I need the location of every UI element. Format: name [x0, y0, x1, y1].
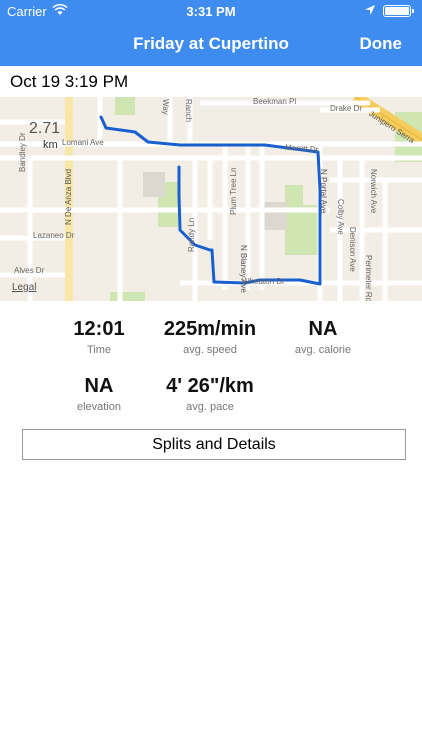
status-bar: Carrier 3:31 PM: [0, 0, 422, 22]
street-label: Lazaneo Dr: [33, 231, 75, 240]
street-label: Randy Ln: [187, 217, 196, 252]
stat-value: 225m/min: [163, 318, 257, 340]
street-label: Way: [161, 99, 170, 115]
building-block: [262, 202, 287, 230]
street-label: Bandley Dr: [18, 132, 27, 172]
street-label: Norwich Ave: [369, 169, 378, 214]
stat-label: elevation: [76, 401, 122, 413]
stat-value: NA: [308, 318, 338, 340]
stat-pace: 4' 26"/km avg. pace: [150, 375, 270, 413]
stat-label: Time: [86, 344, 112, 356]
street-label: Wheaton Dr: [242, 277, 285, 286]
distance-value: 2.71: [29, 120, 61, 137]
done-button[interactable]: Done: [360, 34, 403, 54]
distance-unit: km: [43, 139, 58, 151]
stat-elevation: NA elevation: [49, 375, 149, 413]
stat-label: avg. pace: [186, 401, 234, 413]
street-label: Colby Ave: [336, 199, 345, 235]
battery-icon: [383, 5, 414, 17]
location-arrow-icon: [364, 4, 376, 19]
park-area: [115, 97, 135, 115]
stat-time: 12:01 Time: [49, 318, 149, 356]
street-label: N Portal Ave: [319, 169, 328, 214]
stat-label: avg. calorie: [294, 344, 352, 356]
street-label: Ranch: [184, 99, 193, 123]
stat-label: avg. speed: [183, 344, 237, 356]
stat-value: 4' 26"/km: [166, 375, 254, 397]
splits-and-details-button[interactable]: Splits and Details: [22, 429, 406, 460]
stat-value: NA: [84, 375, 114, 397]
stat-calorie: NA avg. calorie: [273, 318, 373, 356]
street-label: Drake Dr: [330, 104, 363, 113]
nav-bar: Friday at Cupertino Done: [0, 22, 422, 66]
street-label: Lomani Ave: [62, 138, 104, 147]
stat-speed: 225m/min avg. speed: [150, 318, 270, 356]
street-label: Beekman Pl: [253, 97, 297, 106]
street-label: Alves Dr: [14, 266, 45, 275]
route-map[interactable]: Beekman Pl Drake Dr Junipero Serra Loman…: [0, 97, 422, 301]
legal-link[interactable]: Legal: [12, 282, 36, 293]
park-area: [285, 185, 303, 205]
park-area: [110, 292, 145, 301]
street-label: Perimeter Rd: [364, 255, 373, 301]
street-label: Denison Ave: [348, 227, 357, 272]
street-label: N De Anza Blvd: [64, 168, 73, 225]
workout-datetime: Oct 19 3:19 PM: [10, 72, 129, 91]
building-block: [143, 172, 165, 197]
street-label: Plum Tree Ln: [229, 167, 238, 215]
status-time: 3:31 PM: [186, 4, 236, 19]
stat-value: 12:01: [73, 318, 125, 340]
